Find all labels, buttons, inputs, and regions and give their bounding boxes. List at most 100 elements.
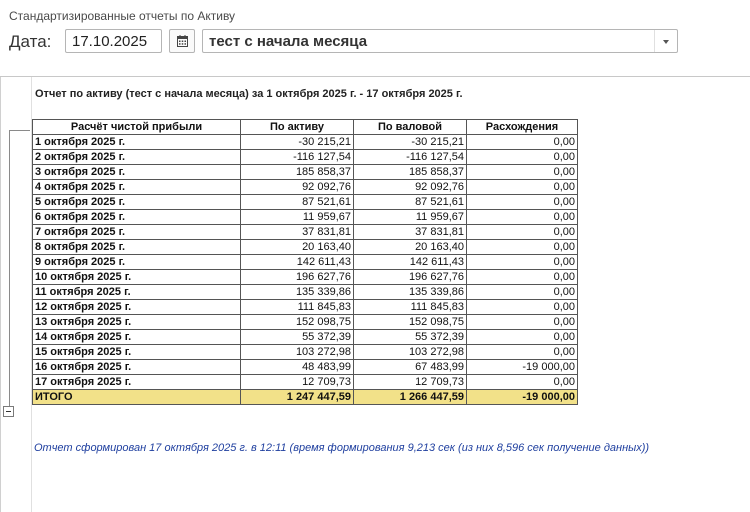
table-cell: 11 октября 2025 г. [32,284,241,300]
window-title: Стандартизированные отчеты по Активу [9,9,236,23]
table-cell: 0,00 [466,179,578,195]
table-row: 6 октября 2025 г. 11 959,67 11 959,67 0,00 [32,209,578,225]
table-row: 17 октября 2025 г. 12 709,73 12 709,73 0,00 [32,374,578,390]
table-cell: 111 845,83 [353,299,467,315]
minus-icon[interactable] [3,406,14,417]
table-row: 13 октября 2025 г. 152 098,75 152 098,75 0,… [32,314,578,330]
table-cell: ИТОГО [32,389,241,405]
table-row: 15 октября 2025 г. 103 272,98 103 272,98 0,… [32,344,578,360]
table-cell: 196 627,76 [240,269,354,285]
table-cell: 55 372,39 [240,329,354,345]
table-cell: -19 000,00 [466,389,578,405]
chevron-down-icon[interactable] [654,30,677,52]
table-cell: 92 092,76 [240,179,354,195]
column-header: По активу [240,119,354,135]
left-border [0,77,1,512]
table-cell: 11 959,67 [353,209,467,225]
table-cell: 12 709,73 [353,374,467,390]
date-input[interactable] [65,29,162,53]
table-cell: 196 627,76 [353,269,467,285]
table-row: 7 октября 2025 г. 37 831,81 37 831,81 0,00 [32,224,578,240]
table-cell: 7 октября 2025 г. [32,224,241,240]
table-cell: -30 215,21 [240,134,354,150]
table-cell: 55 372,39 [353,329,467,345]
total-row: ИТОГО 1 247 447,59 1 266 447,59 -19 000,00 [32,389,578,405]
table-cell: 92 092,76 [353,179,467,195]
table-cell: 17 октября 2025 г. [32,374,241,390]
column-header: По валовой [353,119,467,135]
table-row: 14 октября 2025 г. 55 372,39 55 372,39 0,00 [32,329,578,345]
table-cell: 0,00 [466,224,578,240]
table-cell: -19 000,00 [466,359,578,375]
group-bracket-tick [9,130,30,131]
table-cell: 6 октября 2025 г. [32,209,241,225]
table-cell: 0,00 [466,209,578,225]
table-cell: 185 858,37 [353,164,467,180]
table-cell: 0,00 [466,194,578,210]
table-cell: 0,00 [466,164,578,180]
table-cell: 67 483,99 [353,359,467,375]
table-cell: 4 октября 2025 г. [32,179,241,195]
table-cell: 1 октября 2025 г. [32,134,241,150]
table-cell: 152 098,75 [353,314,467,330]
table-cell: 37 831,81 [240,224,354,240]
table-cell: 0,00 [466,314,578,330]
table-row: 10 октября 2025 г. 196 627,76 196 627,76 0,… [32,269,578,285]
table-cell: 12 709,73 [240,374,354,390]
table-cell: 142 611,43 [353,254,467,270]
table-cell: 103 272,98 [240,344,354,360]
report-area: Отчет по активу (тест с начала месяца) з… [0,77,750,512]
table-cell: 20 163,40 [240,239,354,255]
table-row: 12 октября 2025 г. 111 845,83 111 845,83 0,… [32,299,578,315]
date-label: Дата: [9,32,52,51]
table-row: 3 октября 2025 г. 185 858,37 185 858,37 0,0… [32,164,578,180]
column-header: Расчёт чистой прибыли [32,119,241,135]
table-row: 5 октября 2025 г. 87 521,61 87 521,61 0,00 [32,194,578,210]
table-row: 11 октября 2025 г. 135 339,86 135 339,86 0,… [32,284,578,300]
table-cell: 142 611,43 [240,254,354,270]
table-cell: 37 831,81 [353,224,467,240]
table-cell: 87 521,61 [240,194,354,210]
table-cell: -30 215,21 [353,134,467,150]
table-cell: 0,00 [466,329,578,345]
table-row: 16 октября 2025 г. 48 483,99 67 483,99 -19 … [32,359,578,375]
table-cell: 13 октября 2025 г. [32,314,241,330]
table-cell: 10 октября 2025 г. [32,269,241,285]
table-row: 4 октября 2025 г. 92 092,76 92 092,76 0,00 [32,179,578,195]
report-footer-note: Отчет сформирован 17 октября 2025 г. в 1… [34,442,650,454]
table-cell: 48 483,99 [240,359,354,375]
period-select-value: тест с начала месяца [209,33,368,50]
table-cell: 20 163,40 [353,239,467,255]
table-cell: 0,00 [466,269,578,285]
calendar-button[interactable] [169,29,195,53]
column-header: Расхождения [466,119,578,135]
table-cell: -116 127,54 [240,149,354,165]
table-cell: 0,00 [466,239,578,255]
table-cell: 0,00 [466,344,578,360]
period-select[interactable]: тест с начала месяца [202,29,678,53]
table-cell: 11 959,67 [240,209,354,225]
table-cell: 87 521,61 [353,194,467,210]
table-cell: 111 845,83 [240,299,354,315]
table-cell: 5 октября 2025 г. [32,194,241,210]
table-cell: 14 октября 2025 г. [32,329,241,345]
table-cell: 135 339,86 [353,284,467,300]
table-cell: 8 октября 2025 г. [32,239,241,255]
table-cell: 135 339,86 [240,284,354,300]
table-cell: 9 октября 2025 г. [32,254,241,270]
report-table-body: 1 октября 2025 г. -30 215,21 -30 215,21 0,0… [32,134,578,405]
table-cell: 0,00 [466,134,578,150]
table-row: 1 октября 2025 г. -30 215,21 -30 215,21 0,0… [32,134,578,150]
report-title: Отчет по активу (тест с начала месяца) з… [35,88,463,100]
table-cell: 15 октября 2025 г. [32,344,241,360]
calendar-icon [177,35,188,47]
table-cell: 185 858,37 [240,164,354,180]
table-cell: 0,00 [466,149,578,165]
table-row: 2 октября 2025 г. -116 127,54 -116 127,54 0… [32,149,578,165]
table-row: 8 октября 2025 г. 20 163,40 20 163,40 0,00 [32,239,578,255]
group-bracket-line [9,130,10,413]
table-cell: 103 272,98 [353,344,467,360]
table-cell: 0,00 [466,254,578,270]
table-cell: 16 октября 2025 г. [32,359,241,375]
table-cell: 152 098,75 [240,314,354,330]
